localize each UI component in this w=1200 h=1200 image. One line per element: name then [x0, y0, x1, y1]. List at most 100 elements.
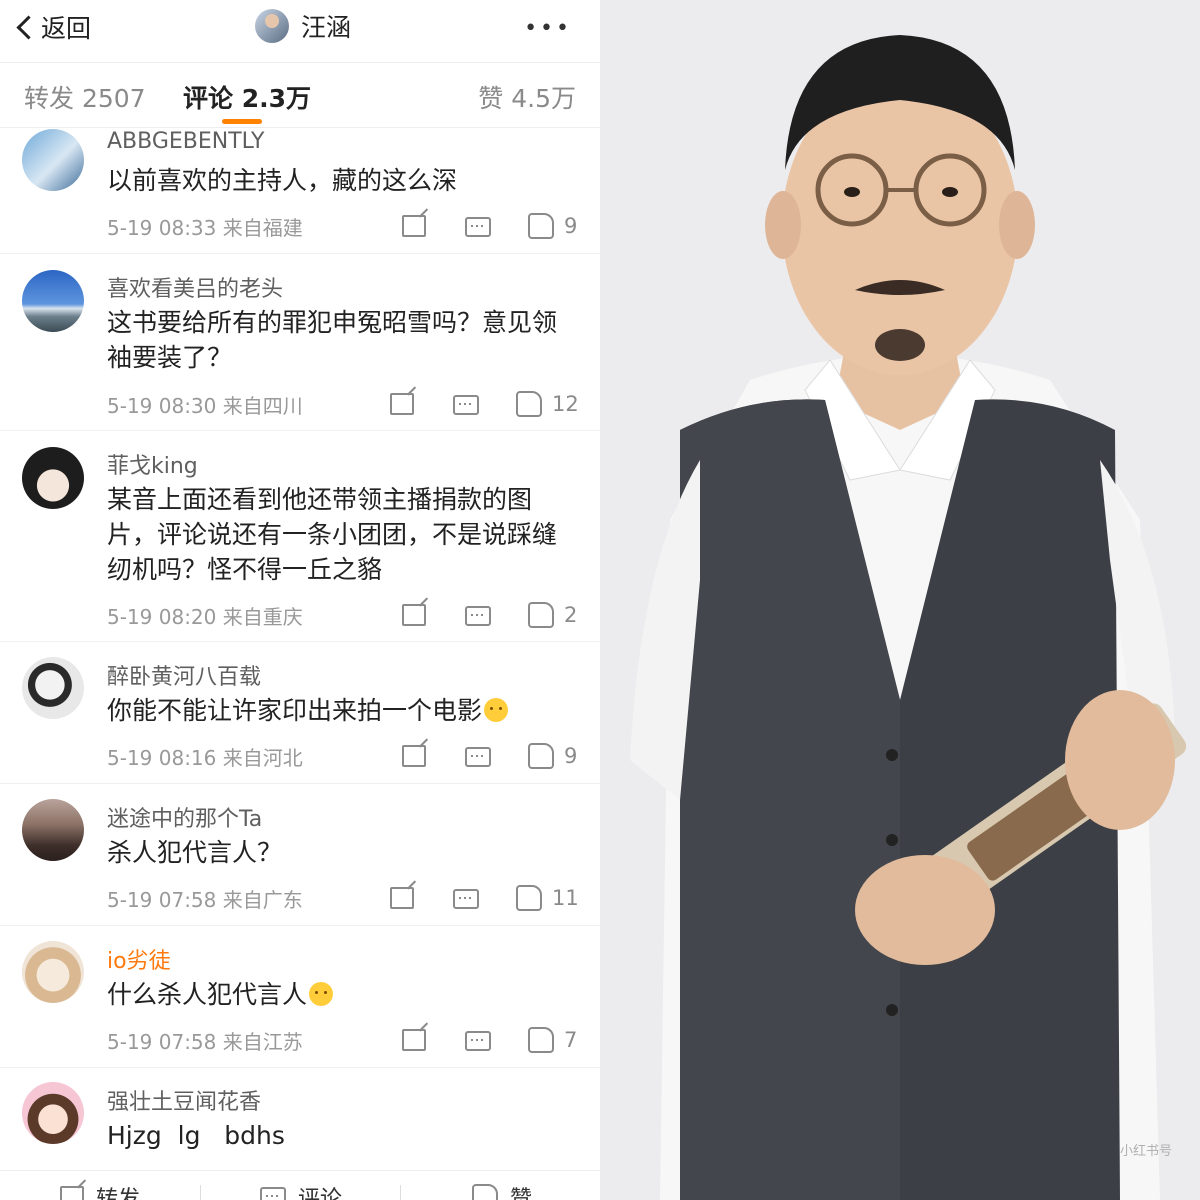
avatar[interactable]	[22, 1082, 84, 1144]
comment-text: 你能不能让许家印出来拍一个电影	[107, 693, 577, 728]
divider	[200, 1185, 201, 1200]
comment-text: Hjzg lg bdhs	[107, 1121, 285, 1150]
avatar[interactable]	[22, 799, 84, 861]
avatar[interactable]	[22, 129, 84, 191]
like-label: 赞	[510, 1187, 533, 1200]
comment-meta: 5-19 08:33 来自福建	[107, 216, 303, 240]
comment-text: 这书要给所有的罪犯申冤昭雪吗？意见领袖要装了？	[107, 308, 558, 372]
avatar[interactable]	[22, 447, 84, 509]
share-button[interactable]	[402, 745, 426, 767]
bottom-action-bar: 转发 评论 赞	[0, 1170, 600, 1200]
avatar	[255, 9, 289, 43]
like-button[interactable]: 9	[528, 213, 577, 239]
emoji-icon	[309, 982, 334, 1006]
comment-text: 某音上面还看到他还带领主播捐款的图片，评论说还有一条小团团，不是说踩缝纫机吗？怪…	[107, 485, 558, 584]
like-button[interactable]: 7	[528, 1027, 577, 1053]
list-item: 迷途中的那个Ta 杀人犯代言人？ 5-19 07:58 来自广东 11	[0, 784, 600, 926]
comment-icon	[453, 395, 479, 415]
comment-meta: 5-19 08:30 来自四川	[107, 394, 303, 418]
reply-button[interactable]	[465, 1031, 491, 1051]
portrait-photo: 小红书号	[600, 0, 1200, 1200]
comment-text: 杀人犯代言人？	[107, 838, 283, 867]
comment-meta: 5-19 07:58 来自广东	[107, 888, 303, 912]
share-button[interactable]	[402, 215, 426, 237]
divider	[400, 1185, 401, 1200]
list-item: io劣徒 什么杀人犯代言人 5-19 07:58 来自江苏 7	[0, 926, 600, 1068]
reply-button[interactable]	[465, 606, 491, 626]
thumbs-up-icon	[516, 885, 542, 911]
comment-author[interactable]: io劣徒	[107, 943, 171, 975]
forward-button[interactable]: 转发	[60, 1181, 140, 1200]
tab-forward[interactable]: 转发 2507	[24, 79, 146, 115]
like-count: 9	[564, 744, 578, 768]
share-icon	[402, 215, 426, 237]
list-item: ABBGEBENTLY 以前喜欢的主持人，藏的这么深 5-19 08:33 来自…	[0, 127, 600, 254]
comment-author[interactable]: 强壮土豆闻花香	[107, 1084, 261, 1116]
like-button[interactable]: 2	[528, 602, 577, 628]
comment-button[interactable]: 评论	[260, 1181, 342, 1200]
share-button[interactable]	[402, 604, 426, 626]
forward-label: 转发	[96, 1187, 141, 1200]
comment-text-content: 你能不能让许家印出来拍一个电影	[107, 696, 483, 725]
like-button[interactable]: 12	[516, 391, 579, 417]
avatar[interactable]	[22, 941, 84, 1003]
active-tab-indicator	[222, 119, 262, 124]
avatar[interactable]	[22, 657, 84, 719]
comment-author[interactable]: 醉卧黄河八百载	[107, 659, 261, 691]
list-item: 喜欢看美吕的老头 这书要给所有的罪犯申冤昭雪吗？意见领袖要装了？ 5-19 08…	[0, 254, 600, 431]
comment-author[interactable]: 菲戈king	[107, 448, 198, 480]
comment-text: 以前喜欢的主持人，藏的这么深	[107, 166, 458, 195]
like-button[interactable]: 11	[516, 885, 579, 911]
comment-icon	[465, 606, 491, 626]
tab-likes[interactable]: 赞 4.5万	[478, 79, 576, 115]
back-button[interactable]: 返回	[16, 10, 92, 44]
thumbs-up-icon	[528, 602, 554, 628]
comment-text: 什么杀人犯代言人	[107, 977, 577, 1012]
share-icon	[60, 1186, 84, 1200]
comment-author[interactable]: 迷途中的那个Ta	[107, 801, 262, 833]
back-label: 返回	[41, 14, 92, 43]
thumbs-up-icon	[528, 743, 554, 769]
share-button[interactable]	[402, 1029, 426, 1051]
share-button[interactable]	[390, 887, 414, 909]
page-title[interactable]: 汪涵	[255, 8, 351, 44]
comment-label: 评论	[298, 1187, 343, 1200]
comment-icon	[465, 217, 491, 237]
like-count: 2	[564, 603, 578, 627]
chevron-left-icon	[16, 14, 41, 40]
page-title-name: 汪涵	[301, 13, 352, 42]
comment-author[interactable]: ABBGEBENTLY	[107, 129, 264, 154]
top-bar: 返回 汪涵 •••	[0, 0, 600, 58]
comment-meta: 5-19 08:20 来自重庆	[107, 605, 303, 629]
like-button[interactable]: 赞	[472, 1181, 532, 1200]
thumbs-up-icon	[516, 391, 542, 417]
list-item: 强壮土豆闻花香 Hjzg lg bdhs	[0, 1068, 600, 1170]
comment-meta: 5-19 08:16 来自河北	[107, 746, 303, 770]
comment-icon	[453, 889, 479, 909]
list-item: 醉卧黄河八百载 你能不能让许家印出来拍一个电影 5-19 08:16 来自河北 …	[0, 642, 600, 784]
comment-author[interactable]: 喜欢看美吕的老头	[107, 271, 283, 303]
portrait-illustration	[600, 0, 1200, 1200]
emoji-icon	[484, 698, 509, 722]
more-icon[interactable]: •••	[524, 16, 572, 41]
reply-button[interactable]	[453, 395, 479, 415]
reply-button[interactable]	[453, 889, 479, 909]
comment-icon	[465, 747, 491, 767]
like-button[interactable]: 9	[528, 743, 577, 769]
comment-icon	[260, 1187, 286, 1200]
like-count: 12	[552, 392, 579, 416]
thumbs-up-icon	[528, 213, 554, 239]
avatar[interactable]	[22, 270, 84, 332]
comment-meta: 5-19 07:58 来自江苏	[107, 1030, 303, 1054]
share-button[interactable]	[390, 393, 414, 415]
thumbs-up-icon	[472, 1184, 498, 1200]
tab-comments[interactable]: 评论 2.3万	[183, 79, 311, 115]
share-icon	[402, 1029, 426, 1051]
share-icon	[402, 745, 426, 767]
reply-button[interactable]	[465, 217, 491, 237]
comment-icon	[465, 1031, 491, 1051]
like-count: 9	[564, 214, 578, 238]
share-icon	[402, 604, 426, 626]
share-icon	[390, 887, 414, 909]
reply-button[interactable]	[465, 747, 491, 767]
